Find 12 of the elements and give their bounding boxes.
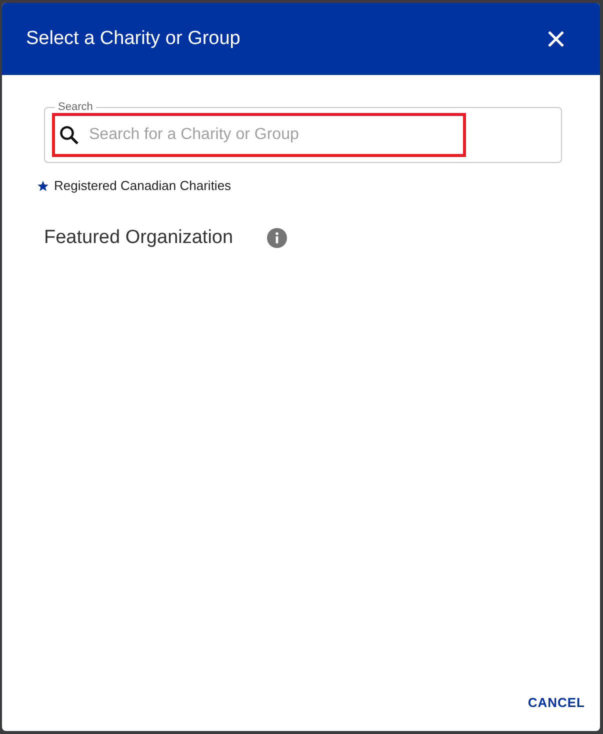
- close-icon: [548, 31, 564, 47]
- section-heading: Featured Organization: [44, 226, 234, 250]
- search-field[interactable]: Search Search for a Charity or Group: [44, 101, 562, 163]
- info-icon[interactable]: [267, 228, 288, 248]
- legend-text: Registered Canadian Charities: [54, 178, 232, 194]
- search-icon: [59, 125, 79, 145]
- cancel-button[interactable]: CANCEL: [520, 689, 593, 716]
- search-input[interactable]: Search for a Charity or Group: [89, 126, 549, 144]
- close-button[interactable]: [548, 31, 564, 47]
- field-label: Search: [57, 101, 94, 114]
- star-icon: [37, 180, 49, 192]
- dialog-title: Select a Charity or Group: [26, 28, 240, 50]
